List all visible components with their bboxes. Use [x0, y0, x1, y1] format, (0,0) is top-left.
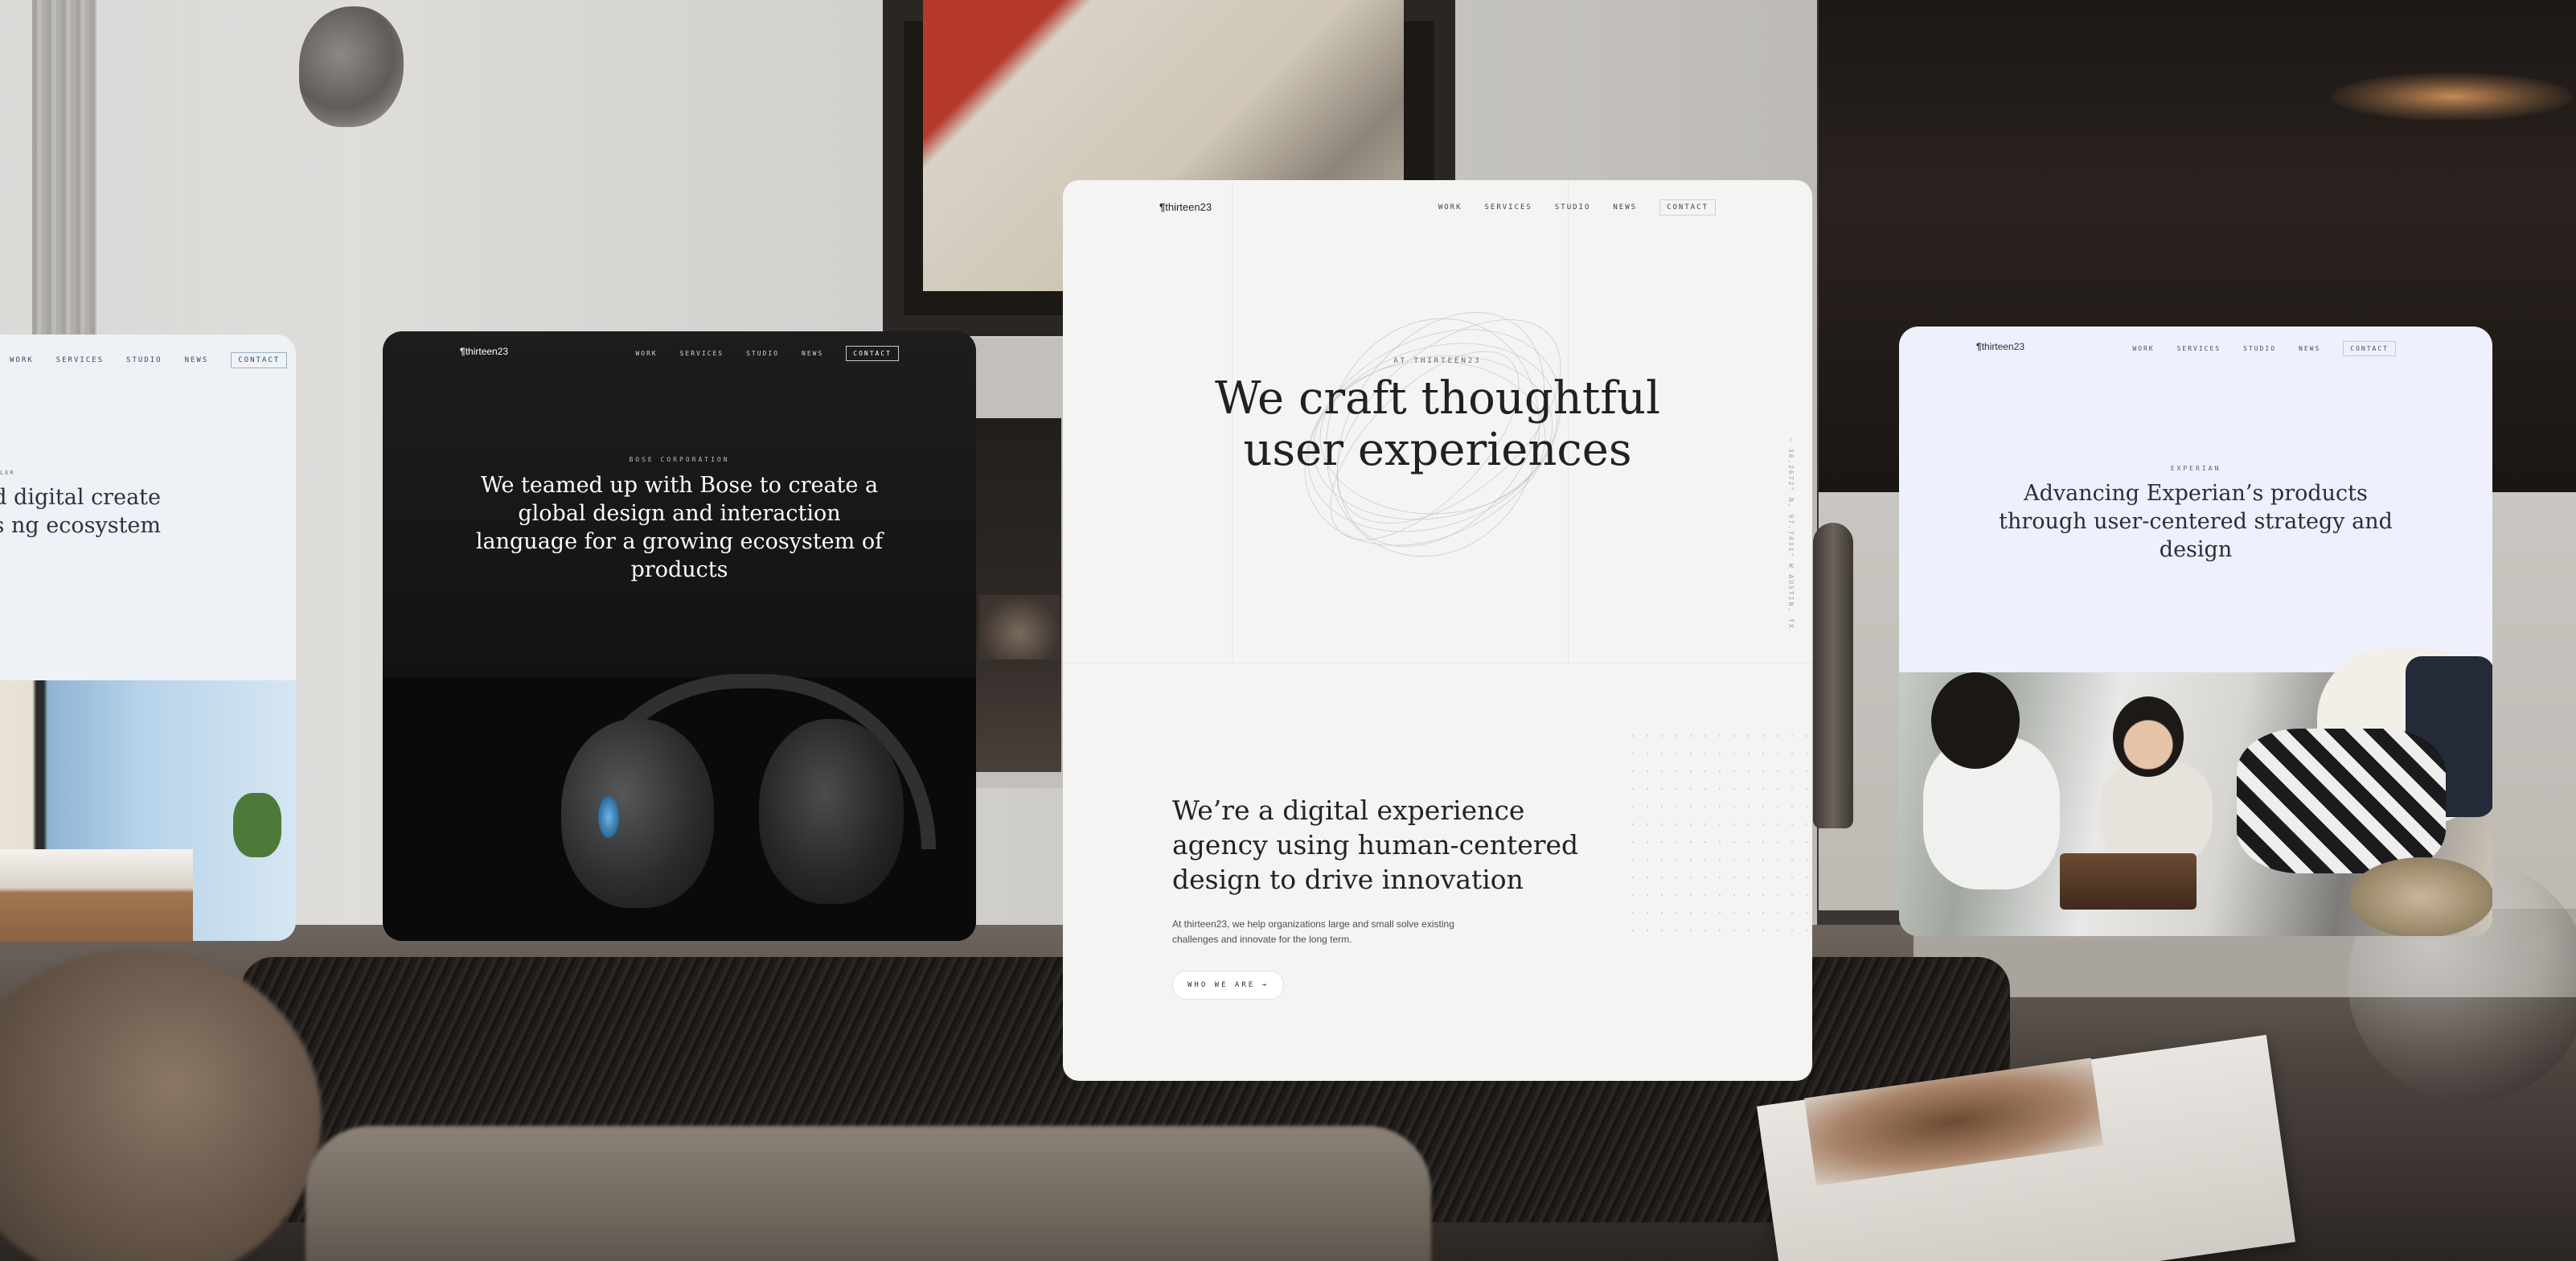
nav-contact-button[interactable]: CONTACT: [846, 346, 899, 361]
dot-pattern: [1626, 727, 1811, 936]
kohler-headline: sical and digital create Kohler’s ng eco…: [0, 485, 161, 538]
logo-mark-icon: ¶: [460, 346, 466, 357]
nav-studio[interactable]: STUDIO: [746, 350, 779, 357]
nav-services[interactable]: SERVICES: [680, 350, 724, 357]
kohler-kitchen-counter: [0, 849, 193, 941]
logo-text: thirteen23: [1165, 201, 1212, 213]
wall-sculpture: [299, 6, 404, 127]
nav-work[interactable]: WORK: [2132, 345, 2154, 352]
headphones-left-cup: [561, 719, 714, 908]
main-eyebrow: AT THIRTEEN23: [1393, 357, 1482, 365]
kohler-eyebrow: LER: [0, 470, 15, 476]
photo-girl-head: [2113, 696, 2184, 777]
photo-boy-head: [1931, 672, 2020, 769]
main-logo[interactable]: ¶ thirteen23: [1159, 201, 1212, 213]
nav-news[interactable]: NEWS: [802, 350, 823, 357]
who-we-are-button[interactable]: WHO WE ARE →: [1172, 971, 1285, 1000]
thirteen23-home-card[interactable]: ¶ thirteen23 WORK SERVICES STUDIO NEWS C…: [1063, 180, 1812, 1081]
photo-basket: [2349, 857, 2492, 936]
coordinates-text: — 30.2672° N, 97.7431° W AUSTIN, TX: [1787, 437, 1795, 630]
sofa: [306, 1126, 1431, 1261]
kohler-plant: [233, 793, 281, 857]
photo-patterned-blanket: [2237, 729, 2446, 873]
experian-eyebrow: EXPERIAN: [2170, 465, 2221, 472]
nav-services[interactable]: SERVICES: [56, 356, 104, 364]
bose-case-study-card[interactable]: ¶ thirteen23 WORK SERVICES STUDIO NEWS C…: [383, 331, 976, 941]
main-body-text: At thirteen23, we help organizations lar…: [1172, 918, 1454, 945]
bose-nav: WORK SERVICES STUDIO NEWS CONTACT: [613, 346, 899, 361]
nav-contact-button[interactable]: CONTACT: [231, 352, 288, 368]
statue: [1813, 523, 1853, 828]
nav-studio[interactable]: STUDIO: [1555, 203, 1591, 212]
bose-logo[interactable]: ¶ thirteen23: [460, 346, 508, 357]
kohler-case-study-card[interactable]: WORK SERVICES STUDIO NEWS CONTACT LER si…: [0, 335, 296, 941]
experian-case-study-card[interactable]: ¶ thirteen23 WORK SERVICES STUDIO NEWS C…: [1899, 327, 2492, 936]
experian-nav: WORK SERVICES STUDIO NEWS CONTACT: [2110, 341, 2396, 356]
nav-work[interactable]: WORK: [10, 356, 34, 364]
nav-studio[interactable]: STUDIO: [126, 356, 162, 364]
nav-news[interactable]: NEWS: [2299, 345, 2320, 352]
nav-services[interactable]: SERVICES: [2177, 345, 2221, 352]
kohler-nav: WORK SERVICES STUDIO NEWS CONTACT: [10, 352, 288, 368]
nav-news[interactable]: NEWS: [185, 356, 209, 364]
logo-mark-icon: ¶: [1159, 201, 1166, 213]
bose-eyebrow: BOSE CORPORATION: [629, 456, 730, 463]
bose-headline: We teamed up with Bose to create a globa…: [475, 473, 884, 582]
main-subheadline: We’re a digital experience agency using …: [1172, 795, 1579, 895]
coordinates-vertical-label: — 30.2672° N, 97.7431° W AUSTIN, TX: [1786, 437, 1798, 695]
nav-contact-button[interactable]: CONTACT: [1659, 199, 1716, 216]
photo-girl: [2100, 761, 2213, 865]
headphones-accent-light: [598, 796, 619, 838]
main-nav: WORK SERVICES STUDIO NEWS CONTACT: [1416, 199, 1716, 216]
lamp-reflection: [2332, 72, 2573, 121]
headphones-right-cup: [759, 719, 904, 904]
logo-text: thirteen23: [1981, 341, 2025, 352]
nav-work[interactable]: WORK: [1438, 203, 1462, 212]
main-headline: We craft thoughtful user experiences: [1215, 372, 1660, 476]
experian-headline: Advancing Experian’s products through us…: [1999, 481, 2393, 562]
experian-logo[interactable]: ¶ thirteen23: [1976, 341, 2024, 352]
fireplace-logs: [979, 595, 1060, 659]
logo-mark-icon: ¶: [1976, 341, 1982, 352]
nav-news[interactable]: NEWS: [1613, 203, 1637, 212]
curtain: [32, 0, 96, 338]
nav-services[interactable]: SERVICES: [1485, 203, 1532, 212]
photo-wooden-box: [2060, 853, 2197, 910]
nav-studio[interactable]: STUDIO: [2243, 345, 2276, 352]
nav-contact-button[interactable]: CONTACT: [2343, 341, 2396, 356]
logo-text: thirteen23: [465, 346, 509, 357]
nav-work[interactable]: WORK: [635, 350, 657, 357]
